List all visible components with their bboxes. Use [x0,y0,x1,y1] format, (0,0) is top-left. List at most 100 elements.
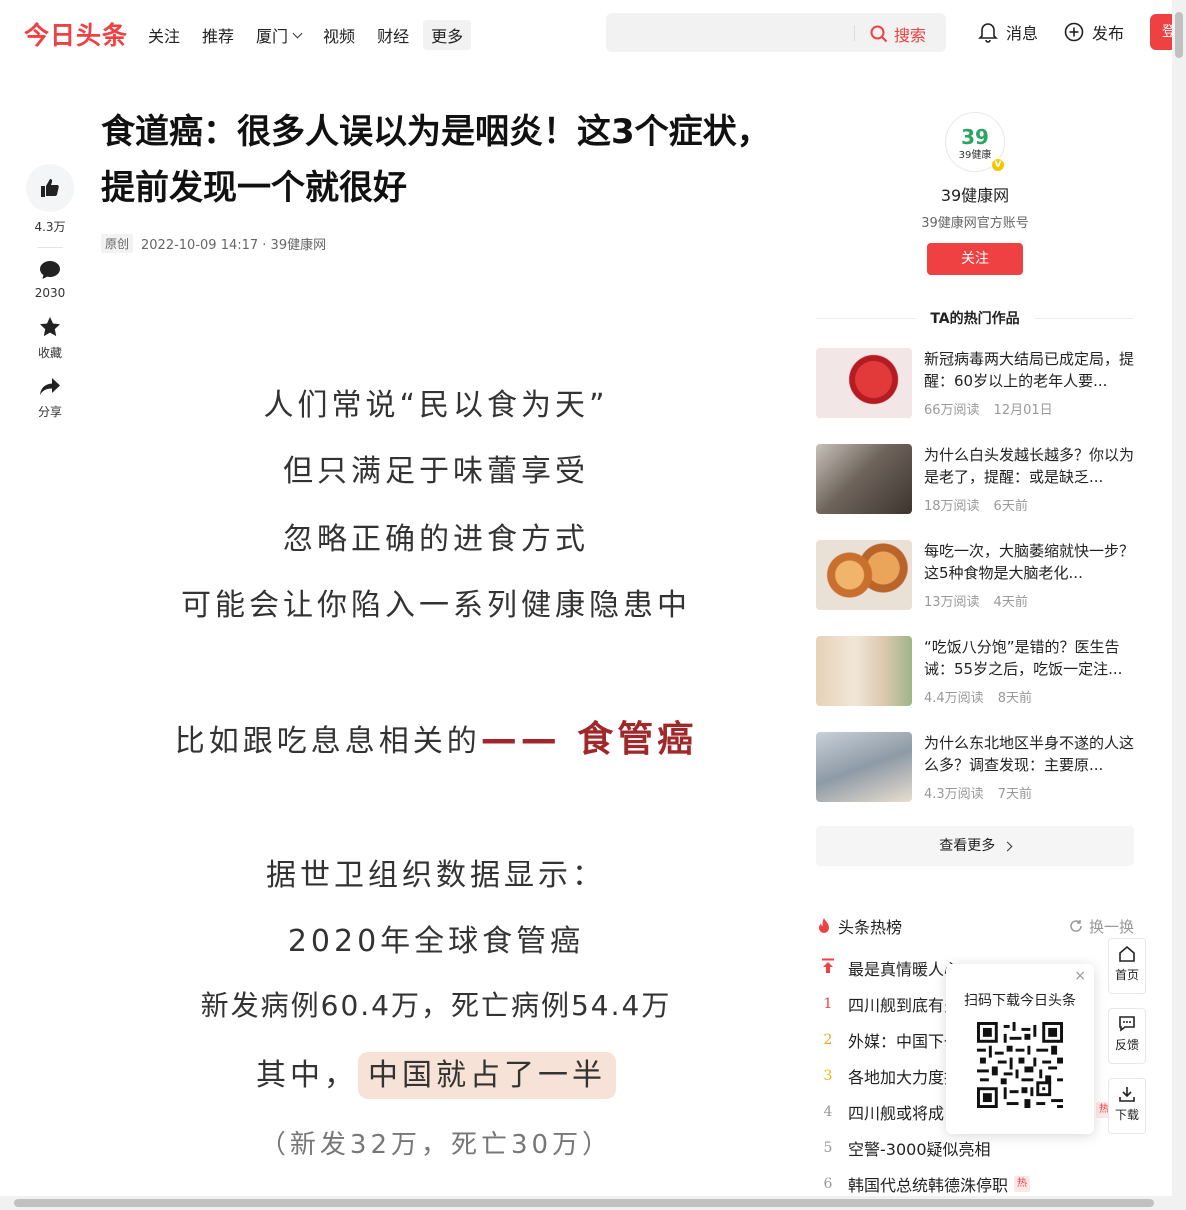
side-download-button[interactable]: 下载 [1108,1078,1146,1134]
hot-works-list: 新冠病毒两大结局已成定局，提醒：60岁以上的老年人要... 66万阅读 12月01… [816,348,1134,828]
publish-info: 2022-10-09 14:17 · 39健康网 [141,238,327,253]
like-button[interactable] [26,164,74,212]
nav-follow[interactable]: 关注 [148,23,180,47]
close-icon[interactable]: × [1074,968,1086,984]
work-reads: 4.4万阅读 [924,691,984,706]
hot-item[interactable]: 2 外媒：中国下一 [816,1028,960,1052]
article-action-rail: 4.3万 2030 收藏 分享 [26,164,74,420]
download-icon [1119,1087,1135,1102]
nav-city-label: 厦门 [256,27,289,46]
work-meta: 66万阅读 12月01日 [924,399,1134,418]
star-icon [40,317,60,337]
poster-line: 据世卫组织数据显示： [266,858,606,893]
share-icon [40,378,60,395]
hot-item[interactable]: 1 四川舰到底有多 [816,992,960,1016]
plus-circle-icon [1064,22,1084,42]
pin-top-icon [816,958,840,978]
nav-city[interactable]: 厦门 [256,23,303,47]
like-count: 4.3万 [34,220,66,234]
work-item[interactable]: “吃饭八分饱”是错的？医生告诫：55岁之后，吃饭一定注... 4.4万阅读 8天前 [816,636,1134,708]
search-icon [870,25,888,43]
work-reads: 66万阅读 [924,403,980,418]
refresh-button[interactable]: 换一换 [1069,916,1134,937]
work-thumbnail [816,636,912,706]
hot-item[interactable]: 5 空警-3000疑似亮相 [816,1136,991,1160]
home-icon [1119,945,1135,962]
site-logo[interactable]: 今日头条 [24,16,128,52]
publish-button[interactable]: 发布 [1064,20,1124,44]
hot-board-title: 头条热榜 [838,918,903,937]
work-item[interactable]: 为什么东北地区半身不遂的人这么多？调查发现：主要原... 4.3万阅读 7天前 [816,732,1134,804]
search-box[interactable]: 搜索 [606,13,946,52]
fire-icon [819,918,829,933]
work-time: 4天前 [993,595,1028,610]
nav-recommend[interactable]: 推荐 [202,23,234,47]
poster-line: 忽略正确的进食方式 [283,522,589,557]
hot-board-header: 头条热榜 换一换 [816,914,1134,938]
work-item[interactable]: 新冠病毒两大结局已成定局，提醒：60岁以上的老年人要... 66万阅读 12月01… [816,348,1134,420]
work-item[interactable]: 每吃一次，大脑萎缩就快一步？这5种食物是大脑老化... 13万阅读 4天前 [816,540,1134,612]
work-reads: 4.3万阅读 [924,787,984,802]
work-title: “吃饭八分饱”是错的？医生告诫：55岁之后，吃饭一定注... [924,638,1123,678]
collect-label: 收藏 [37,346,62,360]
hot-item[interactable]: 3 各地加大力度抗 [816,1064,960,1088]
share-button[interactable]: 分享 [26,377,74,420]
qr-code-icon [977,1022,1063,1108]
share-label: 分享 [37,405,62,419]
work-item[interactable]: 为什么白头发越长越多？你以为是老了，提醒：或是缺乏... 18万阅读 6天前 [816,444,1134,516]
search-button[interactable]: 搜索 [870,22,926,46]
work-thumbnail [816,732,912,802]
poster-line: 新发病例60.4万，死亡病例54.4万 [200,989,672,1022]
view-more-label: 查看更多 [939,838,996,854]
messages-button[interactable]: 消息 [978,20,1038,44]
messages-label: 消息 [1006,24,1039,43]
nav-finance[interactable]: 财经 [377,23,409,47]
view-more-button[interactable]: 查看更多 [816,826,1134,866]
follow-button[interactable]: 关注 [927,243,1023,275]
vertical-scroll-thumb[interactable] [1175,12,1183,58]
author-name[interactable]: 39健康网 [816,182,1134,206]
horizontal-scrollbar[interactable] [0,1196,1172,1210]
side-download-label: 下载 [1114,1108,1139,1122]
refresh-label: 换一换 [1088,917,1134,936]
author-avatar[interactable]: 39 39健康 V [945,112,1006,173]
comment-count: 2030 [34,286,66,300]
hot-item-text: 外媒：中国下一 [848,1032,961,1051]
chevron-down-icon [292,28,303,38]
collect-button[interactable]: 收藏 [26,316,74,361]
hot-rank-number: 1 [823,996,833,1012]
poster-highlight-box: 中国就占了一半 [358,1052,616,1099]
work-time: 8天前 [997,691,1032,706]
work-time: 7天前 [997,787,1032,802]
hot-rank-number: 3 [823,1068,833,1084]
channel-nav: 关注 推荐 厦门 视频 财经 更多 [148,20,493,50]
hot-item[interactable]: 最是真情暖人心 [816,956,960,980]
work-time: 12月01日 [993,403,1053,418]
side-feedback-button[interactable]: 反馈 [1108,1008,1146,1064]
rail-divider [37,247,63,248]
vertical-scrollbar[interactable] [1172,0,1186,1210]
svg-text:39: 39 [961,125,989,149]
work-title: 为什么白头发越长越多？你以为是老了，提醒：或是缺乏... [924,446,1134,486]
hot-item[interactable]: 6 韩国代总统韩德洙停职 热 [816,1172,1031,1196]
nav-video[interactable]: 视频 [323,23,355,47]
poster-line: 2020年全球食管癌 [287,924,585,959]
hot-rank-number: 6 [823,1176,833,1192]
hot-item[interactable]: 4 四川舰或将成 [816,1100,944,1124]
comment-button[interactable]: 2030 [26,260,74,300]
side-home-label: 首页 [1114,968,1139,982]
thumbs-up-icon [41,179,59,197]
side-home-button[interactable]: 首页 [1108,938,1146,994]
poster-line-prefix: 其中， [256,1058,358,1093]
horizontal-scroll-thumb[interactable] [14,1199,1154,1207]
poster-line: 其中， 中国就占了一半 [101,1050,771,1099]
author-desc: 39健康网官方账号 [921,216,1029,231]
hot-item-text: 最是真情暖人心 [848,960,961,979]
work-thumbnail [816,444,912,514]
author-logo-icon: 39 39健康 [959,125,992,161]
nav-more[interactable]: 更多 [423,20,472,50]
top-nav-bar: 今日头条 关注 推荐 厦门 视频 财经 更多 搜索 消息 发布 登 [0,0,1186,64]
article-poster-image: 人们常说“民以食为天” 但只满足于味蕾享受 忽略正确的进食方式 可能会让你陷入一… [101,328,771,1198]
hot-item-text: 各地加大力度抗 [848,1068,961,1087]
refresh-icon [1070,920,1082,932]
